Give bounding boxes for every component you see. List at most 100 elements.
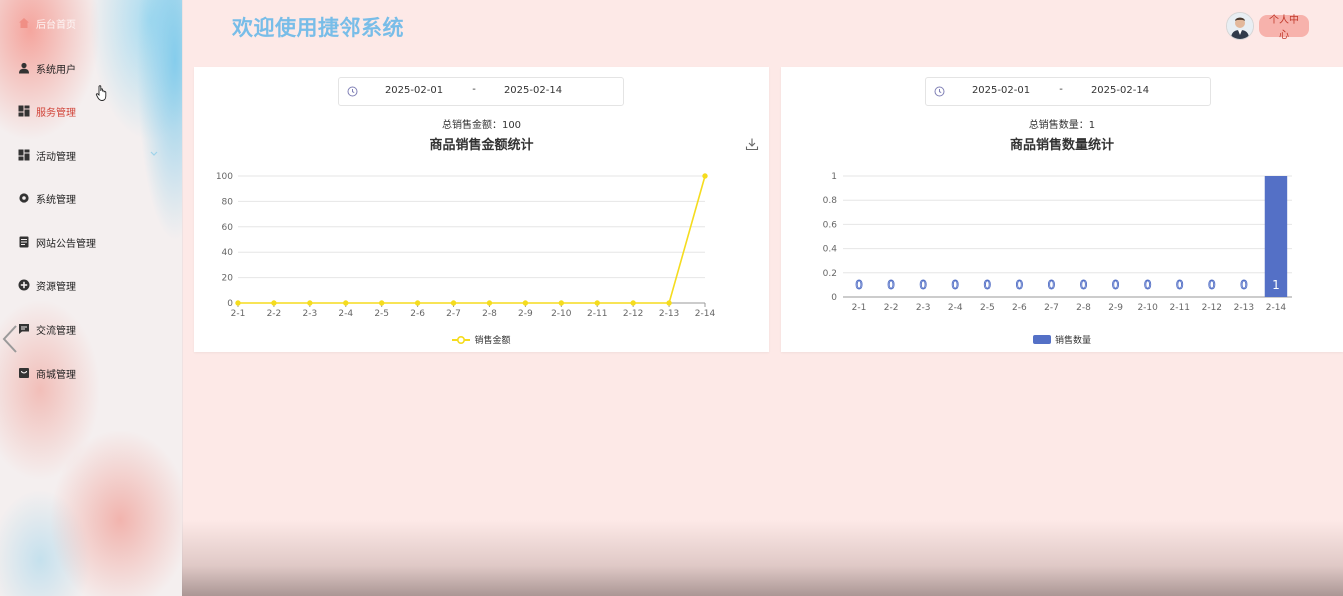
dashboard-icon	[18, 149, 30, 161]
data-point	[307, 300, 313, 306]
sidebar-item-service[interactable]: 服务管理	[18, 99, 76, 123]
data-point	[666, 300, 672, 306]
data-point	[702, 173, 708, 179]
sidebar-item-label: 后台首页	[36, 19, 76, 31]
sidebar-item-home[interactable]: 后台首页	[18, 11, 76, 35]
sidebar-item-users[interactable]: 系统用户	[18, 56, 76, 80]
bar-data-label: 0	[1080, 278, 1088, 292]
bar-data-label: 0	[919, 278, 927, 292]
legend-bar-swatch	[1032, 335, 1051, 344]
data-point	[450, 300, 457, 306]
sidebar-item-label: 资源管理	[36, 281, 76, 293]
sidebar-item-notice[interactable]: 网站公告管理	[18, 230, 96, 254]
sidebar-item-label: 活动管理	[36, 151, 76, 163]
bar-data-label: 0	[1176, 278, 1184, 292]
x-tick-label: 2-1	[231, 309, 246, 319]
data-point	[271, 300, 277, 306]
data-point	[558, 300, 565, 306]
hand-cursor-icon	[95, 85, 107, 101]
x-tick-label: 2-6	[410, 309, 425, 319]
x-tick-label: 2-9	[1108, 303, 1123, 313]
sidebar: 后台首页 系统用户 服务管理 活动管理 系统管理 网站公告管理 资源管理 交流管…	[0, 0, 183, 596]
sidebar-item-activity[interactable]: 活动管理	[18, 143, 76, 167]
x-tick-label: 2-11	[587, 309, 607, 319]
data-point	[486, 300, 493, 306]
bar-data-label: 0	[1144, 278, 1152, 292]
x-tick-label: 2-7	[446, 309, 461, 319]
bar-data-label: 0	[1240, 278, 1248, 292]
x-tick-label: 2-4	[338, 309, 353, 319]
document-icon	[18, 236, 30, 248]
profile-center-button[interactable]: 个人中心	[1259, 15, 1309, 41]
bar-data-label: 0	[1112, 278, 1120, 292]
chevron-down-icon	[150, 151, 158, 156]
sidebar-item-label: 服务管理	[36, 107, 76, 119]
bar-data-label: 0	[984, 278, 992, 292]
y-tick-label: 0.2	[823, 269, 837, 279]
y-tick-label: 1	[831, 172, 837, 182]
data-point	[522, 300, 529, 306]
y-tick-label: 0.6	[823, 220, 838, 230]
y-tick-label: 40	[222, 248, 234, 258]
x-tick-label: 2-7	[1044, 303, 1059, 313]
plus-circle-icon	[18, 279, 30, 291]
y-tick-label: 0.4	[823, 245, 838, 255]
bottom-fade	[182, 520, 1343, 596]
bar-data-label: 0	[1208, 278, 1216, 292]
bar-data-label: 0	[951, 278, 959, 292]
x-tick-label: 2-12	[1202, 303, 1222, 313]
bar-data-label: 0	[1016, 278, 1024, 292]
sales-amount-line-chart: 0 20 40 60 80 100 2-1 2-2 2-3 2-4 2-5 2-6 2-7 2-8 2-9 2…	[216, 172, 716, 319]
y-tick-label: 20	[222, 274, 234, 284]
x-tick-label: 2-13	[1234, 303, 1254, 313]
bar-data-label: 1	[1272, 278, 1280, 292]
x-tick-label: 2-14	[695, 309, 716, 319]
chart-legend[interactable]: 销售金额	[194, 333, 769, 346]
y-tick-label: 0.8	[823, 196, 838, 206]
sidebar-item-resource[interactable]: 资源管理	[18, 273, 76, 297]
y-tick-label: 0	[831, 293, 837, 303]
sidebar-item-label: 交流管理	[36, 325, 76, 337]
x-tick-label: 2-3	[302, 309, 317, 319]
x-tick-label: 2-10	[1137, 303, 1158, 313]
x-tick-label: 2-2	[267, 309, 282, 319]
data-point	[630, 300, 636, 306]
data-point	[378, 300, 385, 306]
x-tick-label: 2-8	[1076, 303, 1091, 313]
y-tick-label: 100	[216, 172, 233, 182]
data-point	[594, 300, 600, 306]
sidebar-item-label: 系统用户	[36, 64, 76, 76]
user-icon	[18, 62, 30, 74]
sales-quantity-panel: 2025-02-01 - 2025-02-14 总销售数量：1 商品销售数量统计…	[781, 67, 1343, 352]
x-tick-label: 2-5	[374, 309, 389, 319]
sidebar-item-label: 系统管理	[36, 194, 76, 206]
data-point	[414, 300, 421, 306]
x-tick-label: 2-11	[1170, 303, 1190, 313]
dashboard-icon	[18, 105, 30, 117]
x-tick-label: 2-3	[916, 303, 931, 313]
chart-legend[interactable]: 销售数量	[781, 333, 1343, 346]
x-tick-label: 2-14	[1266, 303, 1287, 313]
bar-data-label: 0	[855, 278, 863, 292]
series-line	[238, 175, 706, 304]
sales-quantity-bar-chart: 00.20.40.60.812-102-202-302-402-502-602-…	[823, 172, 1292, 313]
bar-data-label: 0	[1048, 278, 1056, 292]
sidebar-item-label: 商城管理	[36, 369, 76, 381]
sidebar-item-label: 网站公告管理	[36, 238, 96, 250]
legend-label: 销售金额	[474, 336, 511, 346]
y-tick-label: 0	[227, 299, 233, 309]
y-tick-label: 60	[222, 223, 234, 233]
x-tick-label: 2-13	[659, 309, 679, 319]
x-tick-label: 2-9	[518, 309, 533, 319]
x-tick-label: 2-2	[884, 303, 899, 313]
avatar[interactable]	[1226, 12, 1254, 40]
collapse-arrow-icon[interactable]	[0, 324, 20, 354]
x-tick-label: 2-8	[482, 309, 497, 319]
legend-label: 销售数量	[1054, 336, 1091, 346]
sidebar-item-shop[interactable]: 商城管理	[18, 361, 76, 385]
legend-line-swatch	[452, 335, 471, 344]
sidebar-item-system[interactable]: 系统管理	[18, 186, 76, 210]
x-tick-label: 2-6	[1012, 303, 1027, 313]
data-point	[235, 300, 241, 306]
sidebar-item-exchange[interactable]: 交流管理	[18, 317, 76, 341]
